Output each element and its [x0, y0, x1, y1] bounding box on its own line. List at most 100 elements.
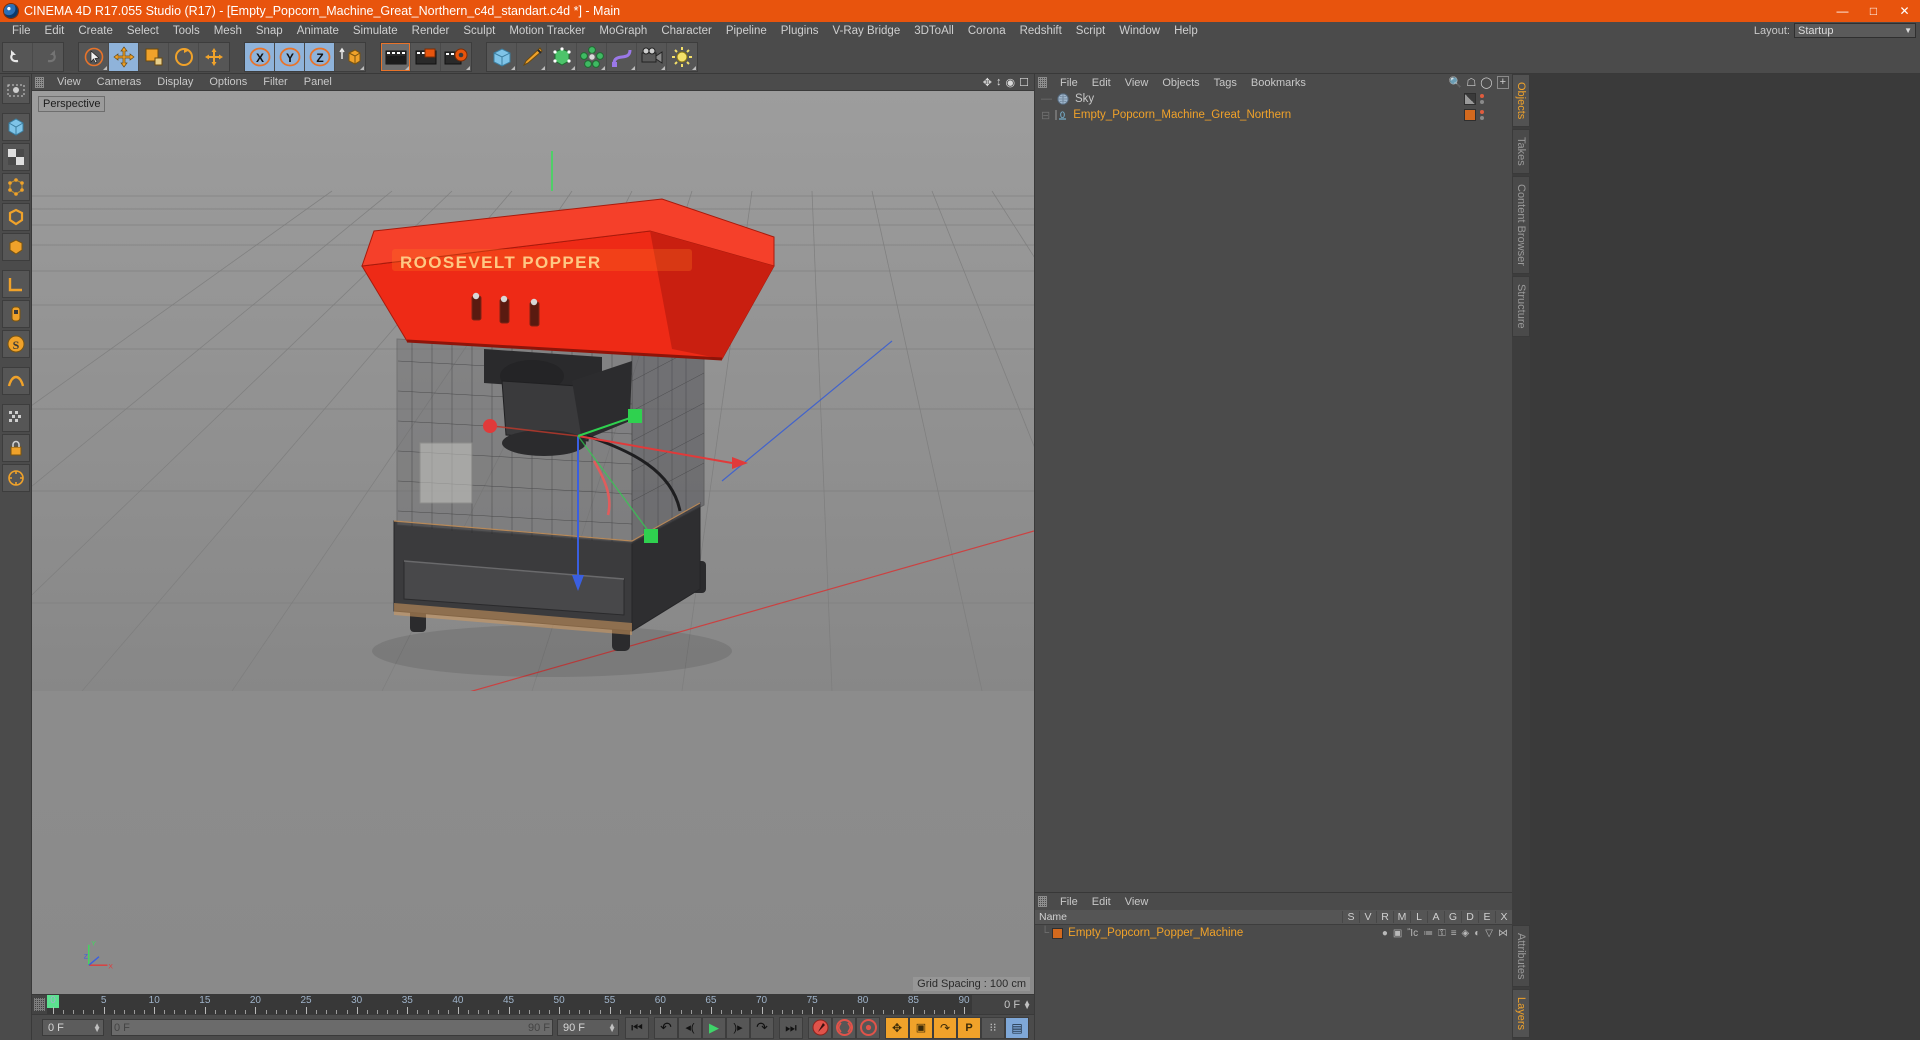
layer-col-x[interactable]: X	[1495, 911, 1512, 923]
spline-pen-icon[interactable]	[517, 42, 547, 71]
layer-col-v[interactable]: V	[1359, 911, 1376, 923]
viewport-menu-cameras[interactable]: Cameras	[89, 76, 150, 88]
menu-item-redshift[interactable]: Redshift	[1013, 22, 1069, 40]
menu-item-mesh[interactable]: Mesh	[207, 22, 249, 40]
point-level-animation-button[interactable]: ⁝⁝	[981, 1016, 1005, 1039]
play-backwards-button[interactable]: ↶	[654, 1016, 678, 1039]
render-view-icon[interactable]	[381, 42, 411, 71]
layer-flags[interactable]: ● ▣ Ἲc ≔ ⚿ ≡ ◈ ◐ ▽ ⋈	[1382, 928, 1512, 939]
timeline-layout-button[interactable]: ▤	[1005, 1016, 1029, 1039]
soft-selection-icon[interactable]	[1, 367, 30, 395]
previous-frame-button[interactable]: ◂(	[678, 1016, 702, 1039]
record-active-objects-button[interactable]	[808, 1016, 832, 1039]
maximize-viewport-icon[interactable]: ☐	[1019, 76, 1029, 89]
layer-col-a[interactable]: A	[1427, 911, 1444, 923]
objmgr-menu-edit[interactable]: Edit	[1085, 77, 1118, 89]
objmgr-menu-tags[interactable]: Tags	[1207, 77, 1244, 89]
new-layer-icon[interactable]: +	[1496, 76, 1509, 89]
lock-z-icon[interactable]: Z	[305, 42, 335, 71]
tree-expand-icon[interactable]: ⊟	[1035, 109, 1050, 122]
vtab-takes[interactable]: Takes	[1512, 129, 1530, 175]
visible-icon[interactable]: ▣	[1393, 928, 1402, 939]
layer-col-m[interactable]: M	[1393, 911, 1410, 923]
layer-col-g[interactable]: G	[1444, 911, 1461, 923]
loop-button[interactable]: ↷	[750, 1016, 774, 1039]
menu-item-help[interactable]: Help	[1167, 22, 1205, 40]
move-icon[interactable]	[109, 42, 139, 71]
menu-item-script[interactable]: Script	[1069, 22, 1112, 40]
play-forward-button[interactable]: ▶	[702, 1016, 726, 1039]
keyframe-selection-button[interactable]	[856, 1016, 880, 1039]
render-to-picture-viewer-icon[interactable]	[411, 42, 441, 71]
menu-item-select[interactable]: Select	[120, 22, 166, 40]
layer-col-d[interactable]: D	[1461, 911, 1478, 923]
enable-axis-icon[interactable]: S	[1, 330, 30, 358]
vtab-layers[interactable]: Layers	[1512, 988, 1530, 1038]
manager-icon[interactable]: ≔	[1423, 928, 1433, 939]
camera-icon[interactable]	[637, 42, 667, 71]
menu-item-motion-tracker[interactable]: Motion Tracker	[502, 22, 592, 40]
expression-icon[interactable]: ▽	[1485, 928, 1493, 939]
menu-item-file[interactable]: File	[5, 22, 38, 40]
menu-item-3dtoall[interactable]: 3DToAll	[907, 22, 961, 40]
polygons-mode-icon[interactable]	[1, 233, 30, 261]
menu-item-corona[interactable]: Corona	[961, 22, 1013, 40]
panel-grip-icon[interactable]	[35, 76, 44, 88]
go-to-start-button[interactable]: ⏮	[625, 1016, 649, 1039]
visibility-dots[interactable]	[1480, 94, 1484, 104]
layer-row[interactable]: └ Empty_Popcorn_Popper_Machine ● ▣ Ἲc ≔ ⚿ ≡ ◈ ◐ ▽ ⋈	[1035, 925, 1512, 941]
object-row[interactable]: — Sky	[1035, 91, 1512, 107]
scale-camera-icon[interactable]: ↕	[996, 76, 1002, 89]
spinner-icon-2[interactable]: ▲ ▼	[608, 1021, 616, 1033]
solo-dot-icon[interactable]: ●	[1382, 928, 1388, 939]
popcorn-machine-model[interactable]: ROOSEVELT POPPER	[32, 91, 1034, 691]
scale-icon[interactable]	[139, 42, 169, 71]
autokeying-button[interactable]	[832, 1016, 856, 1039]
scale-key-button[interactable]: ▣	[909, 1016, 933, 1039]
lock-x-icon[interactable]: X	[245, 42, 275, 71]
vtab-attributes[interactable]: Attributes	[1512, 924, 1530, 987]
workplane-icon[interactable]	[1, 270, 30, 298]
menu-item-create[interactable]: Create	[71, 22, 120, 40]
rotate-camera-icon[interactable]: ◉	[1006, 76, 1016, 89]
objmgr-menu-view[interactable]: View	[1118, 77, 1156, 89]
layout-dropdown[interactable]: Startup ▼	[1794, 23, 1916, 38]
undo-icon[interactable]	[3, 42, 33, 71]
menu-item-character[interactable]: Character	[654, 22, 719, 40]
search-icon[interactable]: 🔍	[1449, 76, 1463, 89]
menu-item-edit[interactable]: Edit	[38, 22, 72, 40]
world-object-axis-icon[interactable]	[335, 43, 365, 71]
minimize-button[interactable]: —	[1827, 0, 1858, 22]
animation-icon[interactable]: ≡	[1451, 928, 1457, 939]
preview-range-slider[interactable]: 0 F 90 F	[111, 1019, 553, 1036]
timeline-grip-icon[interactable]	[34, 998, 45, 1011]
array-modifier-icon[interactable]	[577, 42, 607, 71]
next-frame-button[interactable]: )▸	[726, 1016, 750, 1039]
null-object-icon[interactable]: 0	[1055, 109, 1069, 121]
axis-modify-icon[interactable]	[1, 300, 30, 328]
lock-y-icon[interactable]: Y	[275, 42, 305, 71]
xpresso-icon[interactable]: ⋈	[1498, 928, 1508, 939]
viewport-menu-view[interactable]: View	[49, 76, 89, 88]
vtab-structure[interactable]: Structure	[1512, 275, 1530, 337]
frame-spinner-icon[interactable]: ▲ ▼	[1023, 998, 1031, 1010]
menu-item-v-ray-bridge[interactable]: V-Ray Bridge	[825, 22, 907, 40]
render-icon[interactable]: Ἲc	[1407, 928, 1418, 939]
make-editable-icon[interactable]	[1, 76, 30, 104]
object-tag-swatch[interactable]	[1464, 93, 1476, 105]
go-to-end-button[interactable]: ⏭	[779, 1016, 803, 1039]
layer-rows[interactable]: └ Empty_Popcorn_Popper_Machine ● ▣ Ἲc ≔ ⚿ ≡ ◈ ◐ ▽ ⋈	[1035, 925, 1512, 941]
ellipse-icon[interactable]: ◯	[1480, 76, 1492, 89]
layer-color-swatch[interactable]	[1052, 927, 1064, 939]
objmgr-menu-bookmarks[interactable]: Bookmarks	[1244, 77, 1313, 89]
panel-grip-icon-layers[interactable]	[1038, 896, 1047, 907]
sky-icon[interactable]	[1057, 93, 1071, 105]
viewport-menu-options[interactable]: Options	[201, 76, 255, 88]
viewport-menu-panel[interactable]: Panel	[296, 76, 340, 88]
layermgr-menu-file[interactable]: File	[1053, 896, 1085, 908]
object-manager-tree[interactable]: — Sky ⊟ 0 Empty_Popcorn_Machine_Great_Northe…	[1035, 91, 1512, 892]
vtab-objects[interactable]: Objects	[1512, 74, 1530, 128]
quantize-icon[interactable]	[1, 464, 30, 492]
deformer-icon[interactable]: ◐	[1474, 928, 1480, 939]
texture-mode-icon[interactable]	[1, 143, 30, 171]
